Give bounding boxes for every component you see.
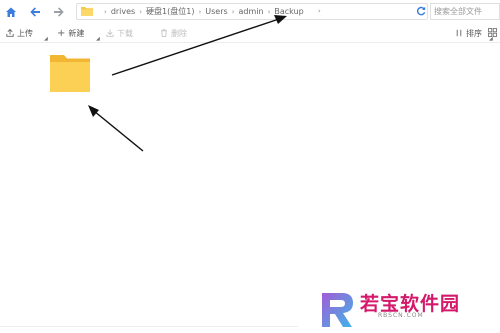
watermark-url: RBSCN.COM: [378, 312, 424, 319]
arrowhead-icon: [88, 105, 99, 117]
annotation-arrows: [88, 15, 287, 152]
divider: [0, 326, 298, 327]
annotation-arrow-1: [111, 18, 280, 76]
annotation-arrow-2: [93, 110, 144, 152]
watermark-logo-icon: [318, 290, 358, 330]
